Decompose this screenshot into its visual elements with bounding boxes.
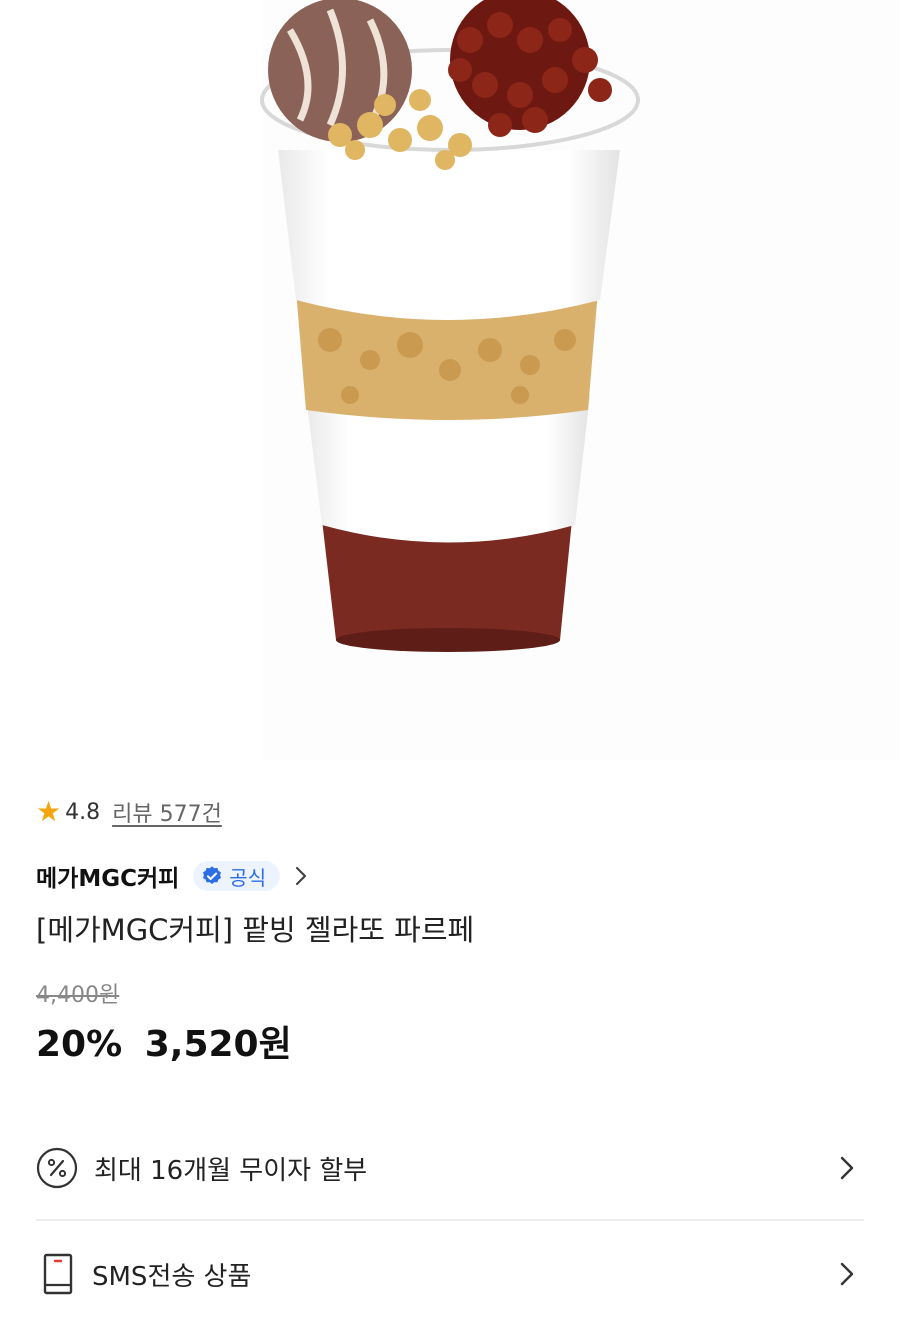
product-image [0,0,900,760]
final-price: 3,520원 [144,1024,292,1065]
official-badge-label: 공식 [229,865,267,890]
review-count-link[interactable]: 리뷰 577건 [112,796,222,828]
chevron-right-icon[interactable] [294,865,308,887]
phone-icon [43,1253,73,1295]
product-title: [메가MGC커피] 팥빙 젤라또 파르페 [36,913,475,947]
rating-row: ★ 4.8 리뷰 577건 [36,790,864,834]
divider [36,1219,864,1221]
sale-price-row: 20% 3,520원 [36,1020,864,1070]
percent-circle-icon [36,1147,78,1189]
verified-check-icon [203,866,222,884]
installment-option-label: 최대 16개월 무이자 할부 [94,1155,368,1186]
installment-option-row[interactable]: 최대 16개월 무이자 할부 [36,1140,864,1196]
brand-row[interactable]: 메가MGC커피 공식 [36,856,864,896]
chevron-right-icon [840,1156,854,1180]
brand-name[interactable]: 메가MGC커피 [36,859,179,893]
official-badge: 공식 [193,861,281,891]
rating-value: 4.8 [65,799,101,825]
star-icon: ★ [36,795,62,828]
sms-option-row[interactable]: SMS전송 상품 [36,1246,864,1302]
original-price: 4,400원 [36,983,120,1008]
discount-rate: 20% [36,1024,123,1065]
chevron-right-icon [840,1262,854,1286]
sms-option-label: SMS전송 상품 [92,1261,252,1292]
